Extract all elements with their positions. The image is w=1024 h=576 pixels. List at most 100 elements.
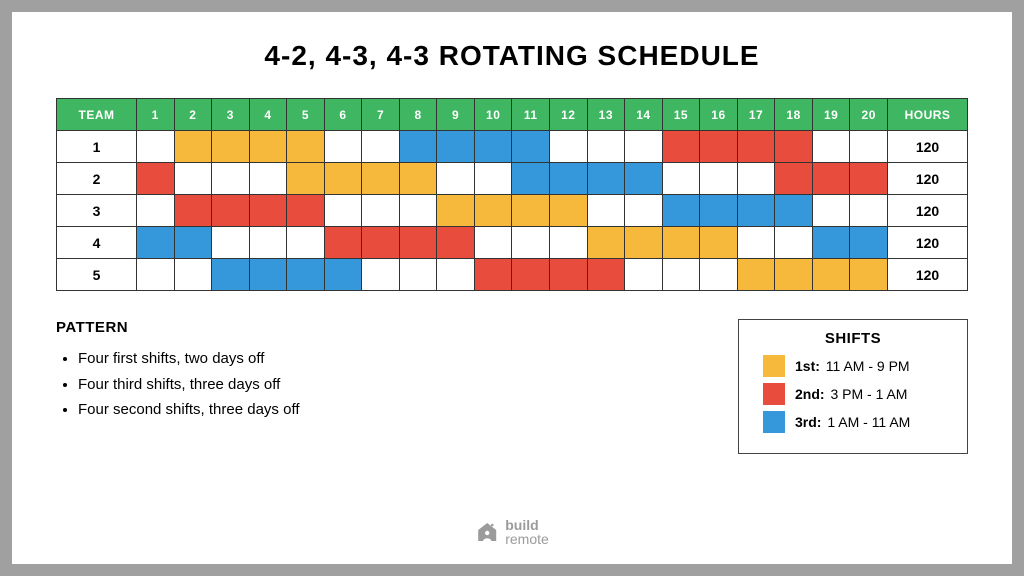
col-hours: HOURS xyxy=(888,99,968,131)
schedule-table: TEAM1234567891011121314151617181920HOURS… xyxy=(56,98,968,291)
day-cell xyxy=(737,227,775,259)
day-cell xyxy=(437,131,475,163)
day-cell xyxy=(625,163,663,195)
day-cell xyxy=(287,195,325,227)
hours-value: 120 xyxy=(888,195,968,227)
day-cell xyxy=(212,163,250,195)
table-row: 3 120 xyxy=(57,195,968,227)
col-day-17: 17 xyxy=(737,99,775,131)
day-cell xyxy=(737,259,775,291)
day-cell xyxy=(137,131,175,163)
day-cell xyxy=(362,131,400,163)
hours-value: 120 xyxy=(888,163,968,195)
day-cell xyxy=(662,131,700,163)
day-cell xyxy=(850,163,888,195)
day-cell xyxy=(474,163,512,195)
day-cell xyxy=(737,163,775,195)
day-cell xyxy=(174,131,212,163)
day-cell xyxy=(212,131,250,163)
day-cell xyxy=(737,131,775,163)
col-day-1: 1 xyxy=(137,99,175,131)
hours-value: 120 xyxy=(888,227,968,259)
day-cell xyxy=(287,259,325,291)
day-cell xyxy=(850,227,888,259)
team-name: 2 xyxy=(57,163,137,195)
day-cell xyxy=(399,227,437,259)
day-cell xyxy=(437,227,475,259)
col-day-16: 16 xyxy=(700,99,738,131)
hours-value: 120 xyxy=(888,131,968,163)
day-cell xyxy=(474,259,512,291)
day-cell xyxy=(174,259,212,291)
day-cell xyxy=(324,227,362,259)
col-day-13: 13 xyxy=(587,99,625,131)
day-cell xyxy=(399,259,437,291)
day-cell xyxy=(512,131,550,163)
day-cell xyxy=(812,163,850,195)
day-cell xyxy=(362,163,400,195)
day-cell xyxy=(587,259,625,291)
day-cell xyxy=(587,195,625,227)
day-cell xyxy=(437,195,475,227)
pattern-item: Four third shifts, three days off xyxy=(78,372,300,398)
day-cell xyxy=(662,227,700,259)
day-cell xyxy=(812,259,850,291)
col-day-20: 20 xyxy=(850,99,888,131)
legend-swatch xyxy=(763,411,785,433)
col-day-11: 11 xyxy=(512,99,550,131)
day-cell xyxy=(174,195,212,227)
day-cell xyxy=(287,131,325,163)
day-cell xyxy=(737,195,775,227)
day-cell xyxy=(137,259,175,291)
shifts-legend: SHIFTS 1st: 11 AM - 9 PM2nd: 3 PM - 1 AM… xyxy=(738,319,968,454)
house-person-icon xyxy=(475,520,499,544)
day-cell xyxy=(512,227,550,259)
pattern-item: Four second shifts, three days off xyxy=(78,397,300,423)
col-day-14: 14 xyxy=(625,99,663,131)
day-cell xyxy=(249,131,287,163)
day-cell xyxy=(812,195,850,227)
legend-label: 3rd: 1 AM - 11 AM xyxy=(795,414,910,430)
day-cell xyxy=(850,131,888,163)
legend-row: 3rd: 1 AM - 11 AM xyxy=(763,411,943,433)
legend-row: 2nd: 3 PM - 1 AM xyxy=(763,383,943,405)
page-title: 4-2, 4-3, 4-3 ROTATING SCHEDULE xyxy=(56,40,968,72)
day-cell xyxy=(550,195,588,227)
day-cell xyxy=(775,227,813,259)
day-cell xyxy=(812,227,850,259)
day-cell xyxy=(399,163,437,195)
col-team: TEAM xyxy=(57,99,137,131)
day-cell xyxy=(587,163,625,195)
day-cell xyxy=(587,131,625,163)
col-day-7: 7 xyxy=(362,99,400,131)
hours-value: 120 xyxy=(888,259,968,291)
team-name: 3 xyxy=(57,195,137,227)
legend-label: 2nd: 3 PM - 1 AM xyxy=(795,386,907,402)
day-cell xyxy=(287,227,325,259)
day-cell xyxy=(249,195,287,227)
pattern-list: Four first shifts, two days offFour thir… xyxy=(56,346,300,423)
col-day-18: 18 xyxy=(775,99,813,131)
day-cell xyxy=(775,163,813,195)
day-cell xyxy=(249,163,287,195)
day-cell xyxy=(474,131,512,163)
col-day-4: 4 xyxy=(249,99,287,131)
legend-swatch xyxy=(763,383,785,405)
day-cell xyxy=(362,259,400,291)
day-cell xyxy=(700,259,738,291)
day-cell xyxy=(662,195,700,227)
day-cell xyxy=(700,131,738,163)
col-day-9: 9 xyxy=(437,99,475,131)
day-cell xyxy=(550,259,588,291)
day-cell xyxy=(625,131,663,163)
day-cell xyxy=(474,227,512,259)
day-cell xyxy=(324,163,362,195)
day-cell xyxy=(137,227,175,259)
day-cell xyxy=(249,259,287,291)
day-cell xyxy=(137,163,175,195)
day-cell xyxy=(662,259,700,291)
day-cell xyxy=(700,227,738,259)
table-row: 2 120 xyxy=(57,163,968,195)
col-day-6: 6 xyxy=(324,99,362,131)
day-cell xyxy=(324,131,362,163)
